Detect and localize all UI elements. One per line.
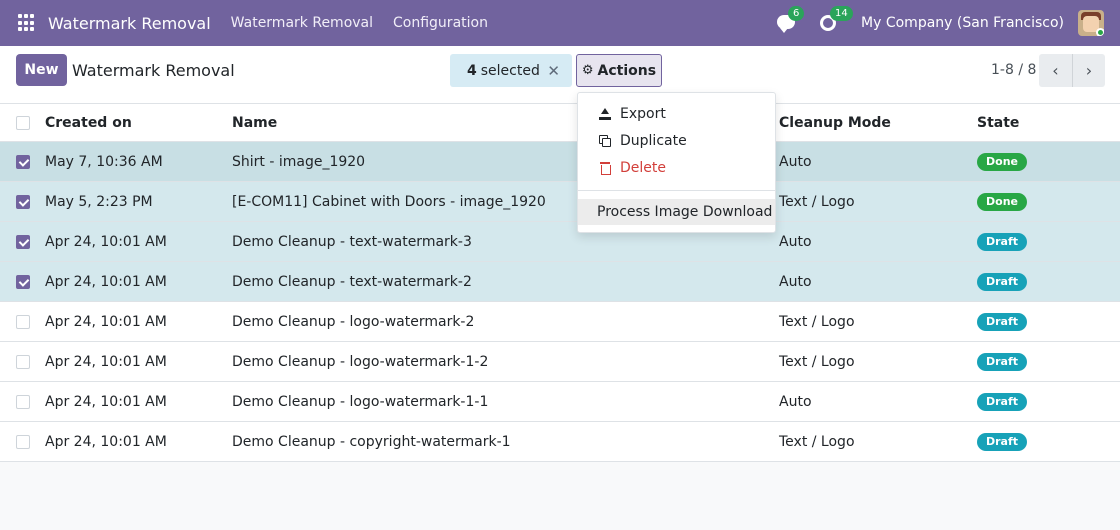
cell-name: Demo Cleanup - logo-watermark-2 (232, 313, 475, 330)
messages-button[interactable]: 6 (777, 6, 805, 33)
table-row[interactable]: Apr 24, 10:01 AM Demo Cleanup - logo-wate… (0, 342, 1120, 382)
cell-created-on: Apr 24, 10:01 AM (45, 393, 167, 410)
delete-label: Delete (620, 159, 666, 176)
cell-name: Demo Cleanup - copyright-watermark-1 (232, 433, 511, 450)
cell-cleanup-mode: Text / Logo (779, 433, 855, 450)
new-button[interactable]: New (16, 54, 67, 86)
state-badge: Draft (977, 432, 1028, 451)
cell-created-on: Apr 24, 10:01 AM (45, 433, 167, 450)
cell-created-on: Apr 24, 10:01 AM (45, 273, 167, 290)
row-checkbox[interactable] (16, 354, 30, 369)
actions-label: Actions (597, 62, 657, 79)
activities-button[interactable]: 14 (819, 6, 853, 33)
duplicate-icon (599, 134, 611, 147)
messages-count-badge: 6 (788, 6, 805, 21)
state-badge: Draft (977, 352, 1028, 371)
cell-name: Demo Cleanup - text-watermark-3 (232, 233, 472, 250)
pager-next-button[interactable]: › (1072, 54, 1105, 87)
row-checkbox[interactable] (16, 234, 30, 249)
export-label: Export (620, 105, 666, 122)
table-row[interactable]: Apr 24, 10:01 AM Demo Cleanup - logo-wate… (0, 302, 1120, 342)
chevron-right-icon: › (1085, 61, 1093, 80)
cell-cleanup-mode: Auto (779, 233, 812, 250)
cell-cleanup-mode: Auto (779, 153, 812, 170)
menu-item-export[interactable]: Export (578, 100, 775, 127)
activities-count-badge: 14 (830, 6, 853, 21)
cell-created-on: Apr 24, 10:01 AM (45, 233, 167, 250)
table-row[interactable]: May 7, 10:36 AM Shirt - image_1920 Auto Don… (0, 142, 1120, 182)
app-name[interactable]: Watermark Removal (48, 14, 211, 33)
cell-cleanup-mode: Text / Logo (779, 353, 855, 370)
user-avatar[interactable] (1078, 10, 1104, 36)
column-header-state[interactable]: State (977, 104, 1019, 141)
selected-label: selected (480, 62, 540, 79)
cell-name: Demo Cleanup - logo-watermark-1-2 (232, 353, 489, 370)
row-checkbox[interactable] (16, 154, 30, 169)
company-switcher[interactable]: My Company (San Francisco) (861, 15, 1064, 31)
cell-cleanup-mode: Text / Logo (779, 193, 855, 210)
selected-count: 4 (467, 62, 477, 79)
state-badge: Done (977, 192, 1027, 211)
selection-indicator: 4 selected ✕ (450, 54, 572, 87)
trash-icon (600, 161, 611, 175)
page-title: Watermark Removal (72, 61, 235, 80)
clear-selection-icon[interactable]: ✕ (547, 62, 560, 80)
row-checkbox[interactable] (16, 394, 30, 409)
row-checkbox[interactable] (16, 194, 30, 209)
column-header-cleanup-mode[interactable]: Cleanup Mode (779, 104, 891, 141)
cell-cleanup-mode: Auto (779, 273, 812, 290)
row-checkbox[interactable] (16, 314, 30, 329)
column-header-name[interactable]: Name (232, 104, 277, 141)
table-row[interactable]: Apr 24, 10:01 AM Demo Cleanup - logo-wate… (0, 382, 1120, 422)
row-checkbox[interactable] (16, 434, 30, 449)
cell-cleanup-mode: Text / Logo (779, 313, 855, 330)
cell-name: Shirt - image_1920 (232, 153, 366, 170)
menu-item-delete[interactable]: Delete (578, 154, 775, 181)
state-badge: Draft (977, 232, 1028, 251)
online-status-icon (1096, 28, 1104, 36)
top-navbar: Watermark Removal Watermark Removal Conf… (0, 0, 1120, 46)
menu-watermark-removal[interactable]: Watermark Removal (231, 15, 373, 31)
apps-grid-icon[interactable] (18, 14, 36, 32)
pager-previous-button[interactable]: ‹ (1039, 54, 1072, 87)
cell-created-on: May 7, 10:36 AM (45, 153, 163, 170)
state-badge: Draft (977, 272, 1028, 291)
chevron-left-icon: ‹ (1052, 61, 1059, 80)
table-row[interactable]: May 5, 2:23 PM [E-COM11] Cabinet with Doo… (0, 182, 1120, 222)
row-checkbox[interactable] (16, 274, 30, 289)
select-all-checkbox[interactable] (16, 115, 30, 130)
pager-value[interactable]: 1-8 / 8 (991, 62, 1036, 78)
menu-item-duplicate[interactable]: Duplicate (578, 127, 775, 154)
state-badge: Draft (977, 392, 1028, 411)
cell-name: [E-COM11] Cabinet with Doors - image_192… (232, 193, 546, 210)
menu-item-process-image-download[interactable]: Process Image Download (578, 199, 775, 225)
table-header: Created on Name Cleanup Mode State (0, 104, 1120, 142)
table-row[interactable]: Apr 24, 10:01 AM Demo Cleanup - text-wate… (0, 262, 1120, 302)
cell-name: Demo Cleanup - text-watermark-2 (232, 273, 472, 290)
menu-divider (578, 190, 775, 191)
duplicate-label: Duplicate (620, 132, 687, 149)
state-badge: Done (977, 152, 1027, 171)
column-header-created-on[interactable]: Created on (45, 104, 132, 141)
state-badge: Draft (977, 312, 1028, 331)
export-icon (599, 107, 611, 120)
actions-button[interactable]: ⚙ Actions (576, 54, 662, 87)
gear-icon: ⚙ (581, 63, 594, 78)
list-table: Created on Name Cleanup Mode State May 7… (0, 104, 1120, 462)
cell-name: Demo Cleanup - logo-watermark-1-1 (232, 393, 489, 410)
control-panel: New Watermark Removal 4 selected ✕ ⚙ Acti… (0, 46, 1120, 104)
actions-dropdown-menu: Export Duplicate Delete Process Image Do… (577, 92, 776, 233)
cell-cleanup-mode: Auto (779, 393, 812, 410)
table-row[interactable]: Apr 24, 10:01 AM Demo Cleanup - copyright… (0, 422, 1120, 462)
cell-created-on: Apr 24, 10:01 AM (45, 353, 167, 370)
cell-created-on: May 5, 2:23 PM (45, 193, 153, 210)
table-row[interactable]: Apr 24, 10:01 AM Demo Cleanup - text-wate… (0, 222, 1120, 262)
cell-created-on: Apr 24, 10:01 AM (45, 313, 167, 330)
menu-configuration[interactable]: Configuration (393, 15, 488, 31)
